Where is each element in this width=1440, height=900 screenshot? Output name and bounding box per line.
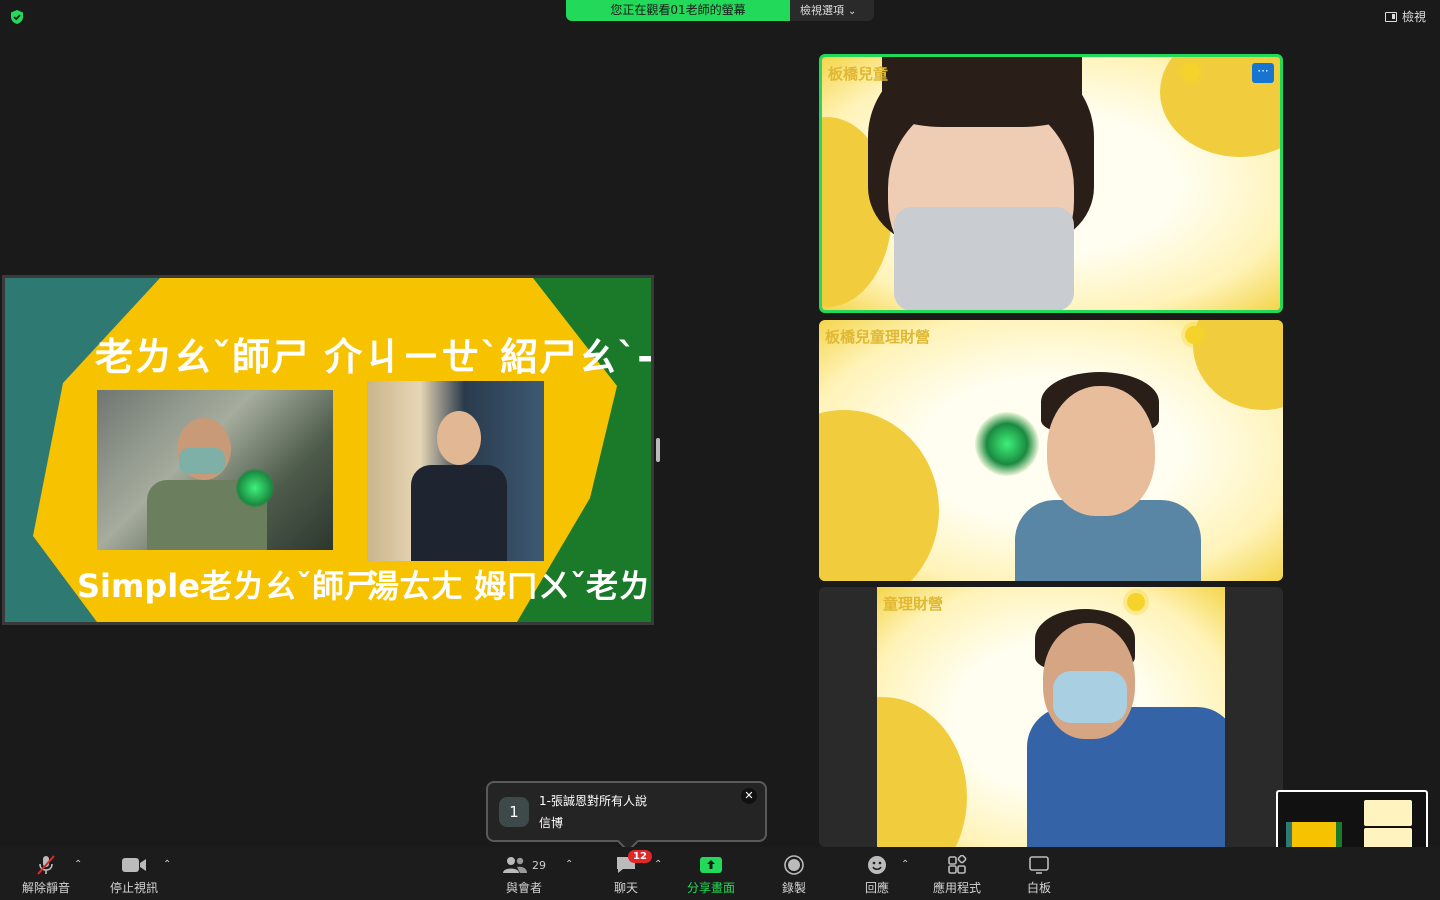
tile-label: 板橋兒童	[828, 65, 889, 83]
mic-muted-icon	[35, 855, 57, 875]
record-label: 錄製	[781, 881, 806, 895]
view-button[interactable]: 檢視	[1384, 8, 1426, 25]
close-icon[interactable]: ✕	[741, 788, 757, 804]
view-options-label: 檢視選項	[800, 4, 844, 17]
participants-icon	[503, 857, 527, 873]
participant-tile-1[interactable]: 板橋兒童 ···	[819, 54, 1283, 313]
caption-tom-teacher: 湯ㄊㄤ 姆ㄇㄨˇ老ㄌㄠˇ師ㄕ	[367, 567, 651, 605]
apps-label: 應用程式	[932, 881, 981, 895]
participants-label: 與會者	[505, 881, 542, 895]
video-camera-icon	[121, 855, 147, 875]
chat-message: 信博	[539, 816, 564, 830]
chat-notification[interactable]: 1 1-張誠恩對所有人說 信博 ✕	[486, 781, 767, 842]
reactions-button[interactable]: 回應	[858, 847, 896, 900]
share-screen-label: 分享畫面	[686, 881, 735, 895]
unmute-label: 解除靜音	[21, 881, 70, 895]
reactions-options-caret-icon[interactable]: ⌃	[901, 859, 909, 870]
chat-label: 聊天	[613, 881, 638, 895]
participant-tile-2[interactable]: 板橋兒童理財營	[819, 320, 1283, 581]
sun-decoration	[1185, 326, 1203, 344]
participants-count: 29	[532, 858, 546, 872]
participant-tile-3[interactable]: 童理財營	[819, 587, 1283, 847]
share-screen-button[interactable]: 分享畫面	[682, 847, 740, 900]
chat-avatar-count: 1	[499, 797, 529, 827]
smiley-icon	[867, 855, 887, 875]
sun-decoration	[1182, 63, 1200, 81]
chevron-down-icon: ⌄	[848, 6, 857, 17]
whiteboard-button[interactable]: 白板	[1022, 847, 1056, 900]
record-icon	[784, 855, 804, 875]
apps-icon	[947, 855, 967, 875]
meeting-toolbar: 解除靜音 ⌃ 停止視訊 ⌃ 29 與會者 ⌃ 聊天 12 ⌃ 分享畫面 錄製 回…	[0, 847, 1440, 900]
view-options-button[interactable]: 檢視選項 ⌄	[790, 0, 874, 21]
tile-label: 板橋兒童理財營	[825, 328, 931, 346]
teacher-photo-simple	[97, 390, 333, 550]
share-screen-icon	[699, 855, 723, 875]
apps-button[interactable]: 應用程式	[928, 847, 986, 900]
stop-video-label: 停止視訊	[109, 881, 158, 895]
record-button[interactable]: 錄製	[774, 847, 814, 900]
video-options-caret-icon[interactable]: ⌃	[163, 859, 171, 870]
mini-tile-1	[1364, 800, 1412, 826]
resize-splitter[interactable]	[656, 438, 660, 462]
reactions-label: 回應	[864, 881, 889, 895]
tile-label: 童理財營	[883, 595, 944, 613]
view-button-label: 檢視	[1401, 10, 1426, 24]
audio-options-caret-icon[interactable]: ⌃	[74, 859, 82, 870]
shared-screen[interactable]: 老ㄌㄠˇ師ㄕ 介ㄐㄧㄝˋ紹ㄕㄠˋ-什ㄕㄣˊ一ㄧ 課ㄎㄜˋ Simple老ㄌㄠˇ師…	[2, 275, 654, 625]
caption-simple-teacher: Simple老ㄌㄠˇ師ㄕ	[77, 567, 376, 605]
whiteboard-icon	[1028, 855, 1050, 875]
whiteboard-label: 白板	[1026, 881, 1051, 895]
chat-sender: 1-張誠恩對所有人說	[539, 794, 647, 808]
view-layout-icon	[1384, 11, 1397, 22]
meeting-stage: 您正在觀看01老師的螢幕 檢視選項 ⌄ 檢視 老ㄌㄠˇ師ㄕ 介ㄐㄧㄝˋ紹ㄕㄠˋ-什…	[0, 0, 1440, 888]
stop-video-button[interactable]: 停止視訊	[106, 847, 162, 900]
chat-unread-badge: 12	[628, 850, 652, 863]
sun-decoration	[1127, 593, 1145, 611]
unmute-button[interactable]: 解除靜音	[18, 847, 74, 900]
participants-options-caret-icon[interactable]: ⌃	[565, 859, 573, 870]
viewing-banner: 您正在觀看01老師的螢幕	[566, 0, 790, 21]
teacher-photo-tom	[367, 381, 544, 561]
shield-check-icon[interactable]	[9, 9, 25, 25]
slide-title: 老ㄌㄠˇ師ㄕ 介ㄐㄧㄝˋ紹ㄕㄠˋ-什ㄕㄣˊ一ㄧ 課ㄎㄜˋ	[95, 335, 654, 379]
more-options-button[interactable]: ···	[1252, 63, 1274, 83]
participants-button[interactable]: 29 與會者	[500, 847, 548, 900]
chat-options-caret-icon[interactable]: ⌃	[654, 859, 662, 870]
